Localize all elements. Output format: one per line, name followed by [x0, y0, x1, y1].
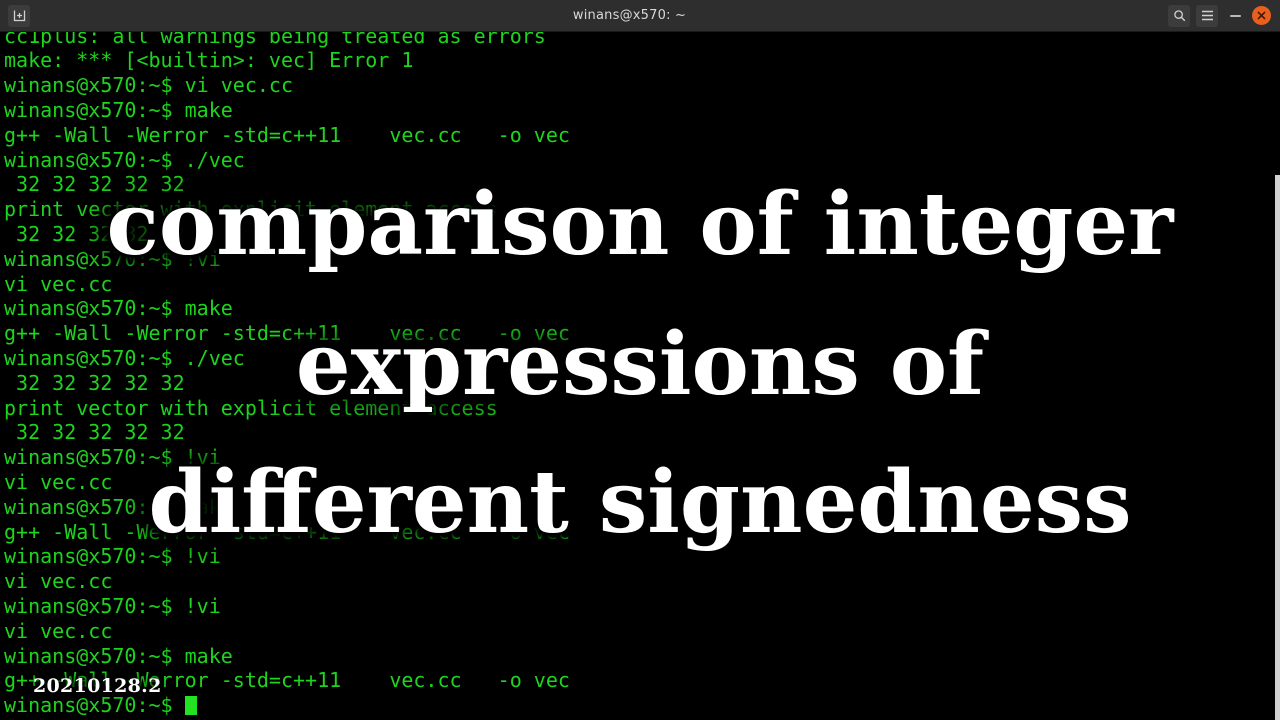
terminal-line: print vector with explicit element acces… — [4, 197, 498, 222]
window-title: winans@x570: ~ — [572, 8, 687, 23]
terminal-line: cc1plus: all warnings being treated as e… — [4, 32, 546, 48]
terminal-output: cc1plus: all warnings being treated as e… — [4, 32, 1268, 718]
terminal-line: winans@x570:~$ !vi — [4, 593, 221, 618]
terminal-line: winans@x570:~$ !vi — [4, 445, 221, 470]
terminal-line: winans@x570:~$ make — [4, 98, 233, 122]
terminal-line: winans@x570:~$ vi vec.cc — [4, 73, 293, 98]
new-tab-icon[interactable] — [8, 4, 30, 27]
terminal-line: g++ -Wall -Werror -std=c++11 vec.cc -o v… — [4, 668, 570, 693]
terminal-line: 32 32 32 32 32 — [4, 420, 185, 445]
terminal-line: make: *** [<builtin>: vec] Error 1 — [4, 48, 414, 73]
terminal-line: winans@x570:~$ make — [4, 494, 233, 519]
terminal-line: vi vec.cc — [4, 618, 113, 643]
terminal-line: g++ -Wall -Werror -std=c++11 vec.cc -o v… — [4, 122, 570, 147]
terminal-line: winans@x570:~$ !vi — [4, 246, 221, 271]
terminal-line: g++ -Wall -Werror -std=c++11 vec.cc -o v… — [4, 519, 570, 544]
terminal-line: winans@x570:~$ make — [4, 643, 233, 668]
window-titlebar: winans@x570: ~ — [0, 0, 1280, 32]
terminal-line: print vector with explicit element acces… — [4, 395, 498, 420]
search-icon[interactable] — [1168, 4, 1190, 27]
minimize-button[interactable] — [1224, 5, 1246, 27]
close-icon — [1257, 11, 1266, 20]
terminal-prompt-line: winans@x570:~$ — [4, 693, 1268, 718]
terminal-line: winans@x570:~$ ./vec — [4, 147, 245, 172]
terminal-line: winans@x570:~$ make — [4, 296, 233, 321]
minimize-icon — [1229, 14, 1241, 17]
titlebar-left-group — [0, 4, 128, 27]
close-button[interactable] — [1252, 6, 1271, 25]
terminal-line: 32 32 32 32 32 — [4, 221, 185, 246]
titlebar-right-group — [1131, 4, 1280, 27]
terminal-scrollbar[interactable] — [1275, 32, 1280, 720]
terminal-window: winans@x570: ~ cc1plus: all warnings bei… — [0, 0, 1280, 720]
terminal-line: g++ -Wall -Werror -std=c++11 vec.cc -o v… — [4, 321, 570, 346]
terminal-cursor — [184, 696, 197, 716]
terminal-scrollbar-thumb[interactable] — [1275, 175, 1280, 720]
hamburger-menu-icon[interactable] — [1196, 4, 1218, 27]
terminal-line: 32 32 32 32 32 — [4, 172, 185, 197]
terminal-line: winans@x570:~$ ./vec — [4, 345, 245, 370]
terminal-line: winans@x570:~$ !vi — [4, 544, 221, 569]
terminal-line: vi vec.cc — [4, 469, 113, 494]
terminal-line: vi vec.cc — [4, 569, 113, 594]
terminal-line: vi vec.cc — [4, 271, 113, 296]
terminal-prompt-text: winans@x570:~$ — [4, 693, 185, 718]
terminal-content-area[interactable]: cc1plus: all warnings being treated as e… — [0, 32, 1280, 720]
terminal-line: 32 32 32 32 32 — [4, 370, 185, 395]
